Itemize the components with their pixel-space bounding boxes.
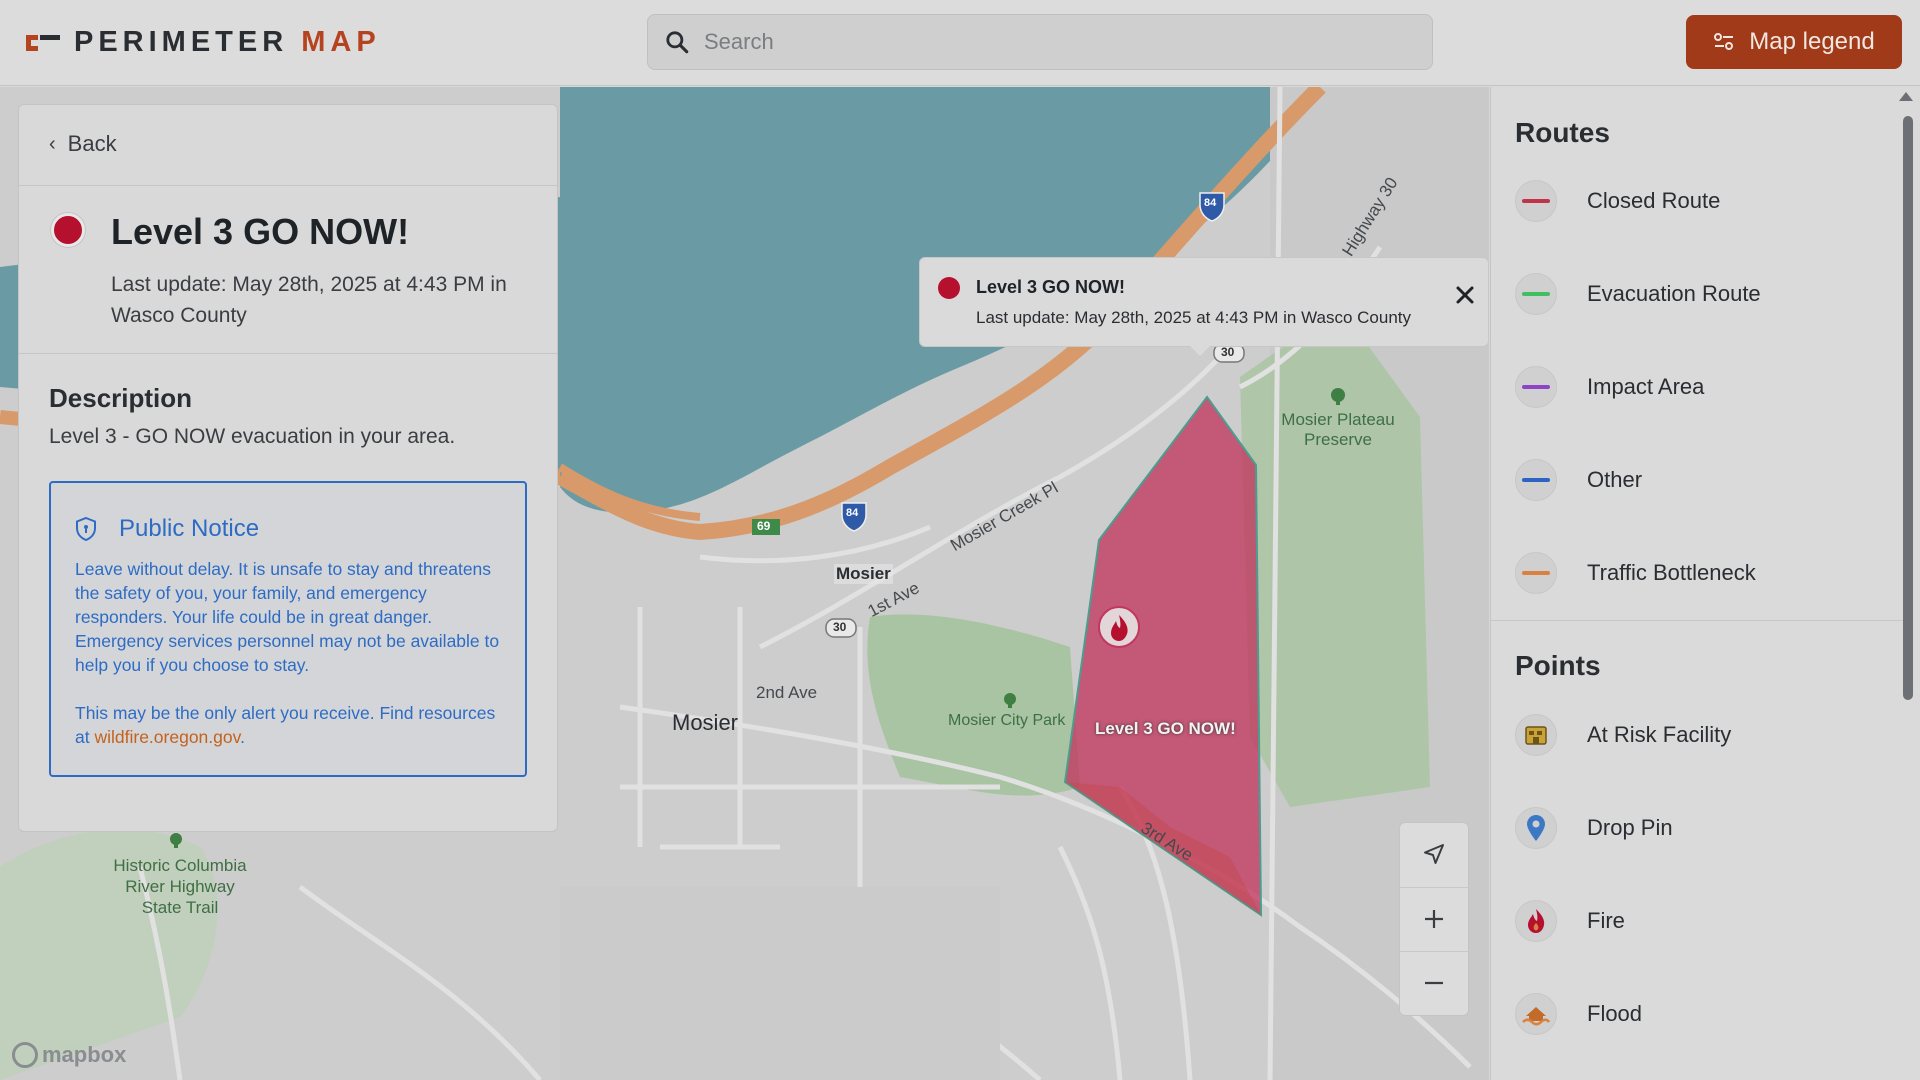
- zoom-in-button[interactable]: [1400, 887, 1468, 949]
- legend-item-closed-route[interactable]: Closed Route: [1515, 179, 1720, 223]
- map-legend-panel: Routes Closed Route Evacuation Route Imp…: [1490, 87, 1920, 1080]
- description-heading: Description: [49, 383, 193, 413]
- shield-icon: [76, 516, 96, 542]
- map-popup: Level 3 GO NOW! Last update: May 28th, 2…: [919, 257, 1489, 356]
- map-controls: [1399, 822, 1469, 1016]
- legend-item-evacuation-route[interactable]: Evacuation Route: [1515, 272, 1761, 316]
- fire-icon: [1515, 900, 1557, 942]
- route-line-swatch: [1522, 292, 1550, 296]
- scroll-up-arrow-icon[interactable]: [1899, 92, 1913, 101]
- brand-name: PERIMETER: [74, 25, 289, 58]
- mapbox-logo-icon: [12, 1042, 38, 1068]
- minus-icon: [1425, 981, 1443, 984]
- fire-marker: [1098, 606, 1140, 648]
- other-route-swatch-icon: [1515, 459, 1557, 501]
- alert-status-dot-icon: [51, 213, 85, 247]
- plus-icon: [1425, 909, 1443, 928]
- public-notice-box: Public Notice Leave without delay. It is…: [49, 481, 527, 777]
- mapbox-attribution[interactable]: mapbox: [12, 1042, 126, 1068]
- legend-item-impact-area[interactable]: Impact Area: [1515, 365, 1704, 409]
- shield-label-84-south: 84: [846, 507, 859, 519]
- locate-button[interactable]: [1400, 823, 1468, 885]
- map-legend-button[interactable]: Map legend: [1686, 15, 1902, 69]
- exit-label-69: 69: [757, 519, 771, 533]
- popup-tail: [1190, 346, 1210, 356]
- legend-item-drop-pin[interactable]: Drop Pin: [1515, 806, 1673, 850]
- map-label-historic-trail: Historic Columbia River Highway State Tr…: [113, 856, 247, 917]
- popup-title: Level 3 GO NOW!: [976, 277, 1126, 297]
- route-line-swatch: [1522, 385, 1550, 389]
- wildfire-link[interactable]: wildfire.oregon.gov: [94, 727, 240, 747]
- shield-label-84-north: 84: [1204, 197, 1217, 209]
- pin-icon: [1515, 807, 1557, 849]
- map-label-mosier-town: Mosier: [834, 564, 893, 584]
- sliders-icon: [1714, 33, 1734, 50]
- chevron-left-icon: ‹: [49, 132, 56, 155]
- alert-last-update: Last update: May 28th, 2025 at 4:43 PM i…: [111, 273, 507, 327]
- logo-mark-icon: [26, 31, 60, 53]
- close-icon[interactable]: [1452, 282, 1478, 308]
- public-notice-paragraph: Leave without delay. It is unsafe to sta…: [75, 559, 500, 675]
- legend-points-heading: Points: [1515, 650, 1601, 681]
- zoom-out-button[interactable]: [1400, 951, 1468, 1013]
- route-line-swatch: [1522, 478, 1550, 482]
- public-notice-title: Public Notice: [119, 515, 260, 542]
- brand-name-accent: MAP: [301, 25, 381, 58]
- map-legend-label: Map legend: [1749, 28, 1875, 55]
- legend-item-fire[interactable]: Fire: [1515, 899, 1625, 943]
- app-header: PERIMETER MAP Map legend: [0, 0, 1920, 86]
- legend-item-other[interactable]: Other: [1515, 458, 1642, 502]
- closed-route-swatch-icon: [1515, 180, 1557, 222]
- popup-status-dot-icon: [938, 277, 960, 299]
- route-line-swatch: [1522, 571, 1550, 575]
- public-notice-paragraph: This may be the only alert you receive. …: [75, 703, 496, 747]
- search-icon: [666, 31, 689, 54]
- facility-icon: [1515, 714, 1557, 756]
- flood-icon: [1515, 993, 1557, 1035]
- divider: [19, 185, 557, 186]
- legend-item-traffic-bottleneck[interactable]: Traffic Bottleneck: [1515, 551, 1756, 595]
- legend-item-at-risk-facility[interactable]: At Risk Facility: [1515, 713, 1731, 757]
- app-logo[interactable]: PERIMETER MAP: [26, 24, 381, 60]
- search-input[interactable]: [704, 29, 1404, 55]
- back-button[interactable]: ‹ Back: [49, 131, 117, 157]
- description-text: Level 3 - GO NOW evacuation in your area…: [49, 425, 456, 448]
- alert-detail-panel: ‹ Back Level 3 GO NOW! Last update: May …: [18, 104, 558, 832]
- map-label-2nd-ave: 2nd Ave: [756, 683, 818, 702]
- map-label-mosier-plateau-preserve: Mosier Plateau Preserve: [1281, 410, 1395, 449]
- impact-area-swatch-icon: [1515, 366, 1557, 408]
- public-notice-body: Leave without delay. It is unsafe to sta…: [75, 557, 505, 749]
- evacuation-route-swatch-icon: [1515, 273, 1557, 315]
- navigation-arrow-icon: [1424, 844, 1444, 864]
- alert-title: Level 3 GO NOW!: [111, 211, 410, 252]
- route-line-swatch: [1522, 199, 1550, 203]
- legend-scrollbar[interactable]: [1903, 116, 1913, 700]
- divider: [19, 353, 557, 354]
- legend-item-flood[interactable]: Flood: [1515, 992, 1642, 1036]
- legend-divider: [1491, 620, 1903, 621]
- traffic-bottleneck-swatch-icon: [1515, 552, 1557, 594]
- shield-label-30-north: 30: [1221, 345, 1235, 359]
- popup-last-update: Last update: May 28th, 2025 at 4:43 PM i…: [976, 308, 1412, 327]
- map-label-mosier: Mosier: [672, 710, 739, 735]
- map-label-mosier-city-park: Mosier City Park: [948, 712, 1066, 729]
- legend-routes-heading: Routes: [1515, 117, 1610, 148]
- shield-label-30-south: 30: [833, 620, 847, 634]
- zone-label: Level 3 GO NOW!: [1095, 719, 1236, 738]
- search-bar[interactable]: [647, 14, 1433, 70]
